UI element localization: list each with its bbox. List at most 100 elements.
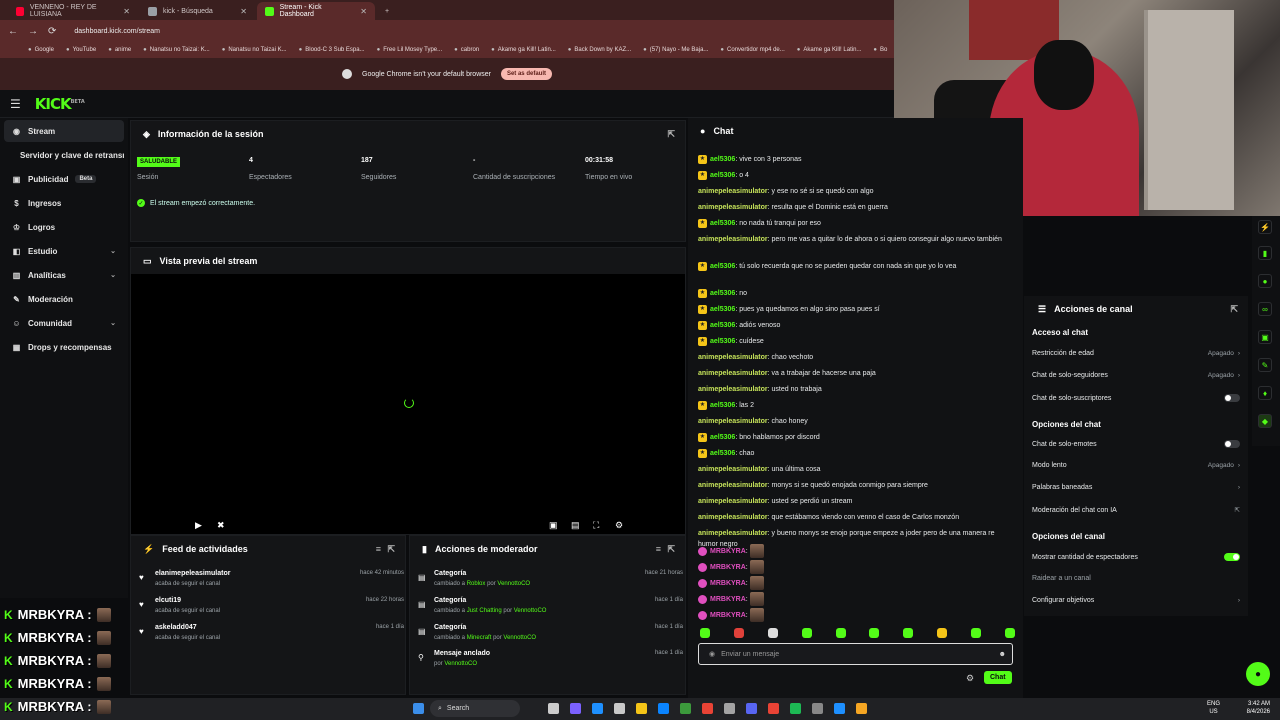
- emote-icon[interactable]: [1004, 628, 1015, 638]
- chat-username[interactable]: animepeleasimulator: [698, 530, 768, 537]
- emote-icon[interactable]: [801, 628, 812, 638]
- chat-username[interactable]: MRBKYRA: [710, 548, 746, 555]
- emote-icon[interactable]: [835, 628, 846, 638]
- raid-row[interactable]: Raidear a un canal: [1032, 575, 1240, 582]
- chat-username[interactable]: ael5306: [710, 338, 735, 345]
- sidebar-item-analiticas[interactable]: ▥ Analíticas ⌄: [4, 264, 124, 286]
- url-field[interactable]: dashboard.kick.com/stream: [74, 28, 160, 35]
- play-icon[interactable]: ▶: [195, 520, 202, 531]
- bookmark[interactable]: Back Down by KAZ...: [568, 47, 631, 53]
- bookmark[interactable]: Akame ga Kill! Latin...: [797, 47, 861, 53]
- external-link-icon[interactable]: ⇱: [667, 129, 675, 140]
- sidebar-item-publicidad[interactable]: ▣ Publicidad Beta: [4, 168, 124, 190]
- chrome-icon[interactable]: [768, 703, 779, 714]
- followers-only-row[interactable]: Chat de solo-seguidores Apagado ›: [1032, 372, 1240, 379]
- browser-tab-youtube[interactable]: VENNENO - REY DE LUISIANA ✕: [8, 2, 138, 20]
- xbox-icon[interactable]: [680, 703, 691, 714]
- app-icon[interactable]: [570, 703, 581, 714]
- settings-icon[interactable]: ⚙: [615, 520, 623, 531]
- menu-icon[interactable]: ☰: [10, 97, 21, 111]
- emote-icon[interactable]: [767, 628, 778, 638]
- send-chat-button[interactable]: Chat: [984, 671, 1012, 684]
- chat-bubble-icon[interactable]: ●: [1258, 274, 1272, 288]
- help-chat-button[interactable]: ●: [1246, 662, 1270, 686]
- chat-username[interactable]: animepeleasimulator: [698, 354, 768, 361]
- ai-moderation-row[interactable]: Moderación del chat con IA ⇱: [1032, 506, 1240, 515]
- wrench-icon[interactable]: ✎: [1258, 358, 1272, 372]
- language-indicator[interactable]: ENG US: [1207, 700, 1220, 716]
- banned-words-row[interactable]: Palabras baneadas ›: [1032, 484, 1240, 491]
- emote-icon[interactable]: [869, 628, 880, 638]
- filter-icon[interactable]: ≡: [376, 544, 381, 554]
- stream-preview[interactable]: ▶ ✖ ▣ ▤ ⛶ ⚙: [131, 274, 685, 534]
- chat-username[interactable]: animepeleasimulator: [698, 418, 768, 425]
- emoji-icon[interactable]: ◉: [709, 650, 715, 658]
- pip-icon[interactable]: ▤: [571, 520, 580, 531]
- close-icon[interactable]: ✕: [360, 7, 367, 16]
- bookmark[interactable]: Google: [28, 47, 54, 53]
- session-icon[interactable]: ▮: [1258, 246, 1272, 260]
- external-link-icon[interactable]: ⇱: [667, 544, 675, 555]
- folder-icon[interactable]: [636, 703, 647, 714]
- chat-username[interactable]: ael5306: [710, 220, 735, 227]
- bookmark[interactable]: Convertidor mp4 de...: [720, 47, 785, 53]
- app-icon[interactable]: [834, 703, 845, 714]
- close-icon[interactable]: ✕: [123, 7, 130, 16]
- chat-settings-icon[interactable]: ⚙: [966, 673, 974, 684]
- app-icon[interactable]: [724, 703, 735, 714]
- filter-icon[interactable]: ≡: [656, 544, 661, 554]
- kick-logo[interactable]: KICKBETA: [35, 95, 85, 113]
- windows-start-icon[interactable]: [413, 703, 424, 714]
- users-icon[interactable]: ♦: [1258, 386, 1272, 400]
- sidebar-item-server-key[interactable]: Servidor y clave de retransmisión: [4, 144, 124, 166]
- spotify-icon[interactable]: [790, 703, 801, 714]
- sidebar-item-drops[interactable]: ▦ Drops y recompensas: [4, 336, 124, 358]
- chat-username[interactable]: MRBKYRA: [710, 580, 746, 587]
- external-link-icon[interactable]: ⇱: [1230, 304, 1238, 315]
- emotes-only-toggle[interactable]: [1224, 440, 1240, 448]
- chat-username[interactable]: animepeleasimulator: [698, 236, 768, 243]
- mod-icon[interactable]: ▣: [1258, 330, 1272, 344]
- chat-username[interactable]: animepeleasimulator: [698, 498, 768, 505]
- bookmark[interactable]: (57) Nayo - Me Baja...: [643, 47, 709, 53]
- chat-username[interactable]: animepeleasimulator: [698, 188, 768, 195]
- chat-username[interactable]: animepeleasimulator: [698, 204, 768, 211]
- chrome-icon[interactable]: [702, 703, 713, 714]
- emote-picker-icon[interactable]: ☻: [999, 651, 1006, 658]
- chat-username[interactable]: ael5306: [710, 263, 735, 270]
- emote-icon[interactable]: [937, 628, 948, 638]
- bookmark[interactable]: YouTube: [66, 47, 97, 53]
- bookmark[interactable]: Free Lil Mosey Type...: [377, 47, 442, 53]
- channel-actions-icon[interactable]: ◆: [1258, 414, 1272, 428]
- sidebar-item-estudio[interactable]: ◧ Estudio ⌄: [4, 240, 124, 262]
- bookmark[interactable]: Bo: [873, 47, 887, 53]
- task-view-icon[interactable]: [548, 703, 559, 714]
- edge-icon[interactable]: [592, 703, 603, 714]
- fullscreen-icon[interactable]: ⛶: [593, 520, 599, 531]
- chat-username[interactable]: ael5306: [710, 172, 735, 179]
- bookmark[interactable]: Blood-C 3 Sub Espa...: [299, 47, 364, 53]
- taskbar-clock[interactable]: 3:42 AM 8/4/2026: [1247, 700, 1270, 716]
- chat-username[interactable]: animepeleasimulator: [698, 482, 768, 489]
- emote-icon[interactable]: [971, 628, 981, 638]
- chat-username[interactable]: MRBKYRA: [710, 564, 746, 571]
- chat-username[interactable]: ael5306: [710, 306, 735, 313]
- bolt-icon[interactable]: ⚡: [1258, 220, 1272, 234]
- bookmark[interactable]: Nanatsu no Taizai K...: [222, 47, 286, 53]
- chat-username[interactable]: ael5306: [710, 322, 735, 329]
- browser-tab-kick[interactable]: Stream - Kick Dashboard ✕: [257, 2, 375, 20]
- chat-username[interactable]: MRBKYRA: [710, 596, 746, 603]
- browser-tab-search[interactable]: kick - Búsqueda ✕: [140, 2, 255, 20]
- discord-icon[interactable]: [746, 703, 757, 714]
- new-tab-button[interactable]: +: [377, 2, 397, 20]
- goals-row[interactable]: Configurar objetivos ›: [1032, 597, 1240, 604]
- emote-icon[interactable]: [700, 628, 710, 638]
- back-icon[interactable]: ←: [8, 26, 18, 37]
- link-icon[interactable]: ∞: [1258, 302, 1272, 316]
- show-viewers-toggle[interactable]: [1224, 553, 1240, 561]
- sidebar-item-stream[interactable]: ◉ Stream: [4, 120, 124, 142]
- bookmark[interactable]: Akame ga Kill! Latin...: [491, 47, 556, 53]
- subs-only-toggle[interactable]: [1224, 394, 1240, 402]
- mute-icon[interactable]: ✖: [217, 520, 225, 531]
- sidebar-item-ingresos[interactable]: $ Ingresos: [4, 192, 124, 214]
